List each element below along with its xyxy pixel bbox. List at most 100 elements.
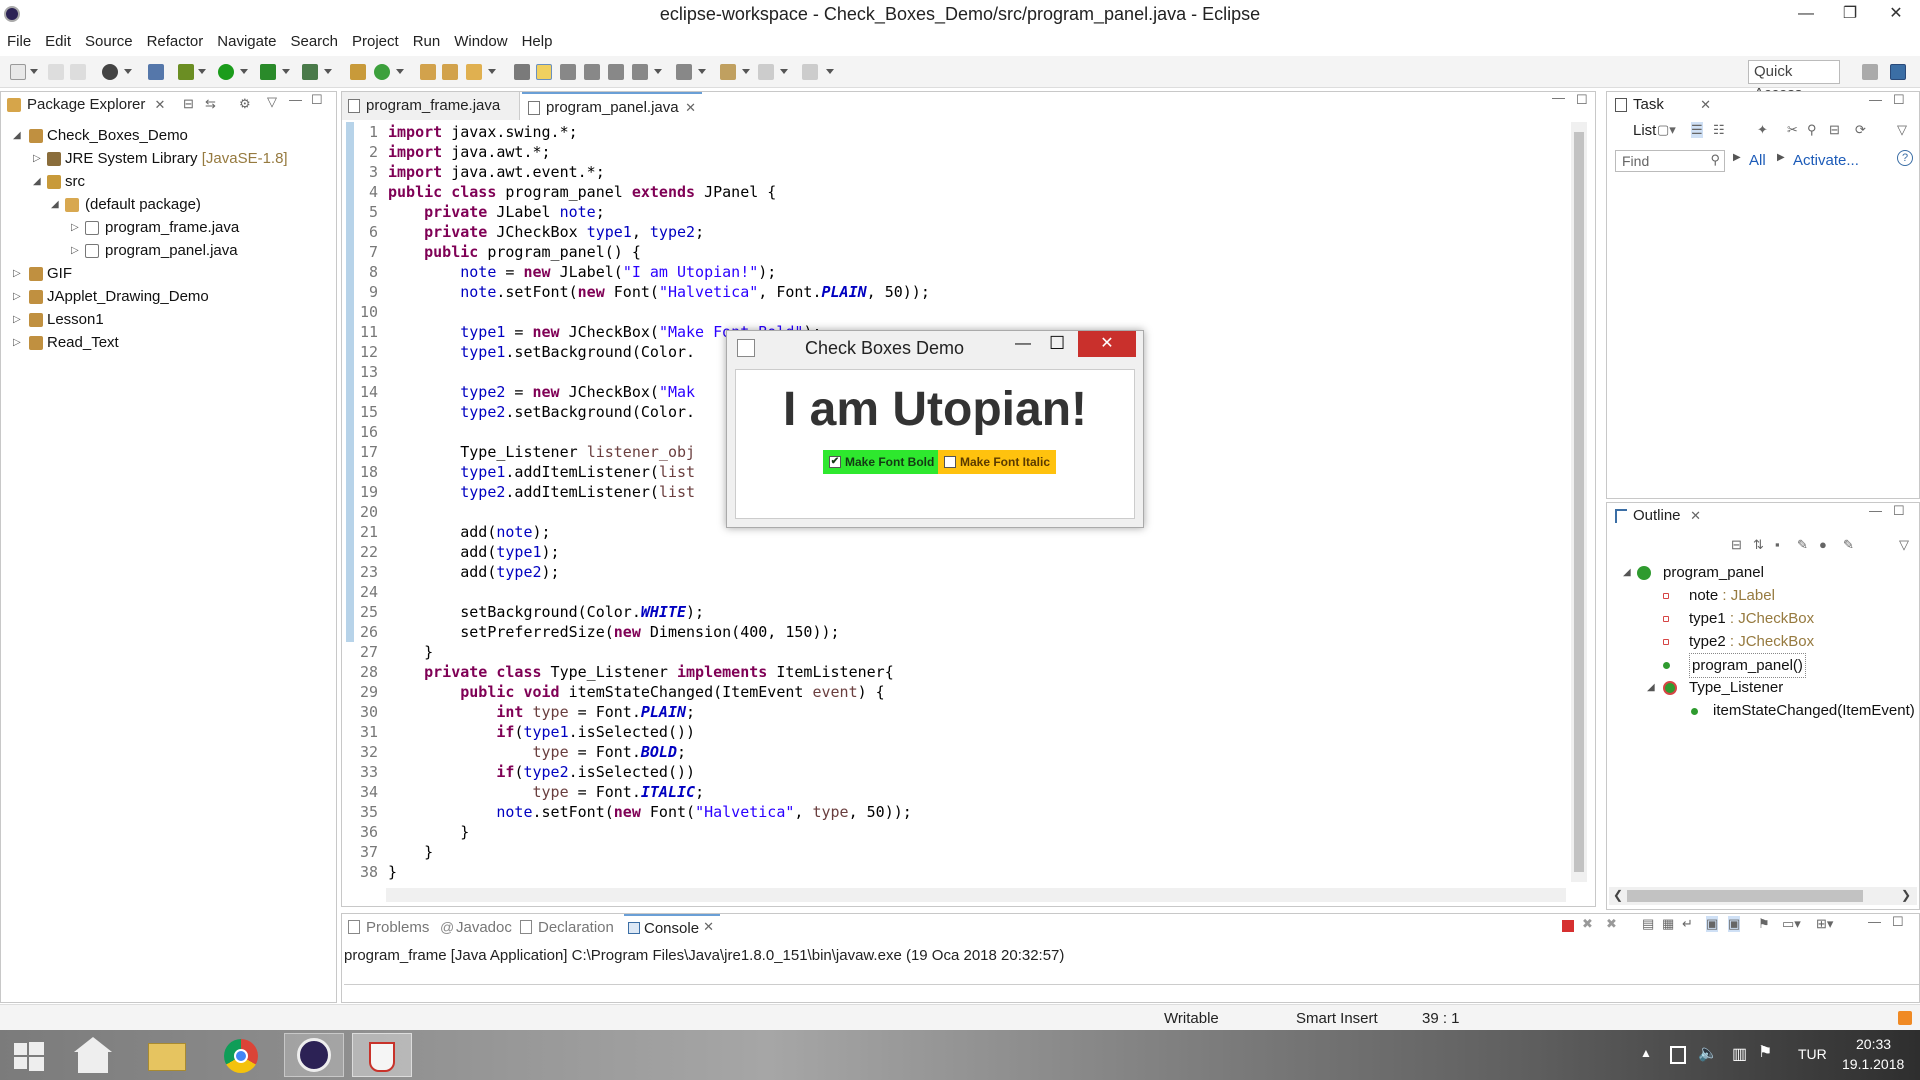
maximize-view-icon[interactable]: ☐: [1893, 503, 1905, 519]
maximize-view-icon[interactable]: ☐: [311, 92, 323, 108]
menu-edit[interactable]: Edit: [38, 30, 78, 54]
maximize-view-icon[interactable]: ☐: [1893, 92, 1905, 108]
tree-item[interactable]: ◢ src: [1, 170, 336, 193]
chevron-down-icon[interactable]: [30, 69, 38, 74]
pin-console-icon[interactable]: ⚑: [1758, 916, 1770, 932]
menu-search[interactable]: Search: [283, 30, 345, 54]
annotation-icon[interactable]: [514, 64, 530, 80]
tree-item[interactable]: ▷ program_panel.java: [1, 239, 336, 262]
hide-nonpublic-icon[interactable]: ●: [1819, 537, 1827, 552]
open-task-icon[interactable]: [442, 64, 458, 80]
clock-date[interactable]: 19.1.2018: [1842, 1056, 1904, 1072]
back-icon[interactable]: [720, 64, 736, 80]
chevron-right-icon[interactable]: ▷: [13, 262, 21, 285]
prev-annotation-icon[interactable]: [676, 64, 692, 80]
open-perspective-icon[interactable]: [1862, 64, 1878, 80]
tab-declaration[interactable]: Declaration: [538, 919, 614, 936]
all-tasks-link[interactable]: All: [1749, 152, 1766, 169]
save-all-icon[interactable]: [70, 64, 86, 80]
tab-console[interactable]: Console ✕: [624, 914, 720, 940]
editor-horizontal-scrollbar[interactable]: [386, 888, 1566, 902]
tree-item[interactable]: ▷ Read_Text: [1, 331, 336, 354]
scroll-thumb[interactable]: [1627, 890, 1863, 902]
chevron-down-icon[interactable]: [742, 69, 750, 74]
java-taskbar-icon[interactable]: [352, 1033, 412, 1077]
skip-breakpoints-icon[interactable]: [148, 64, 164, 80]
display-console-icon[interactable]: ▭▾: [1782, 916, 1801, 932]
close-icon[interactable]: ✕: [703, 919, 714, 935]
collapse-all-icon[interactable]: ⊟: [1731, 537, 1742, 553]
repositories-icon[interactable]: ⟳: [1855, 122, 1866, 138]
tree-item[interactable]: ▷ program_frame.java: [1, 216, 336, 239]
chevron-down-icon[interactable]: [240, 69, 248, 74]
minimize-editor-icon[interactable]: —: [1552, 90, 1565, 105]
show-stdout-icon[interactable]: ▣: [1706, 916, 1719, 932]
volume-icon[interactable]: 🔈: [1698, 1043, 1718, 1063]
external-tools-icon[interactable]: [302, 64, 318, 80]
whitespace-icon[interactable]: [608, 64, 624, 80]
view-menu-icon[interactable]: ▽: [267, 94, 277, 110]
tree-item[interactable]: ◢ program_panel: [1607, 561, 1919, 584]
chevron-right-icon[interactable]: ▷: [13, 331, 21, 354]
chevron-down-icon[interactable]: [654, 69, 662, 74]
chevron-down-icon[interactable]: [396, 69, 404, 74]
terminate-icon[interactable]: [1562, 920, 1574, 932]
new-java-class-icon[interactable]: [374, 64, 390, 80]
save-icon[interactable]: [48, 64, 64, 80]
menu-refactor[interactable]: Refactor: [140, 30, 211, 54]
show-stderr-icon[interactable]: ▣: [1728, 916, 1741, 932]
menu-window[interactable]: Window: [447, 30, 514, 54]
view-menu-icon[interactable]: ▽: [1897, 122, 1907, 138]
menu-source[interactable]: Source: [78, 30, 140, 54]
open-type-icon[interactable]: [420, 64, 436, 80]
view-menu-icon[interactable]: ▽: [1899, 537, 1909, 553]
hide-completed-icon[interactable]: ✦: [1757, 122, 1768, 138]
task-list-tab[interactable]: Task List ✕: [1607, 92, 1717, 139]
menu-help[interactable]: Help: [515, 30, 560, 54]
new-icon[interactable]: [10, 64, 26, 80]
scheduled-icon[interactable]: ☷: [1713, 122, 1725, 138]
new-java-package-icon[interactable]: [350, 64, 366, 80]
tree-item[interactable]: ◢ Check_Boxes_Demo: [1, 124, 336, 147]
hide-static-icon[interactable]: ✎: [1797, 537, 1808, 553]
remove-launch-icon[interactable]: ✖: [1582, 916, 1593, 932]
maximize-editor-icon[interactable]: ☐: [1576, 92, 1588, 108]
outline-tab[interactable]: Outline ✕: [1607, 503, 1707, 529]
next-annotation-icon[interactable]: [632, 64, 648, 80]
editor-vertical-scrollbar[interactable]: [1571, 122, 1587, 882]
tab-program-panel[interactable]: program_panel.java ✕: [522, 92, 702, 120]
chevron-down-icon[interactable]: [282, 69, 290, 74]
remove-all-icon[interactable]: ✖: [1606, 916, 1617, 932]
forward-icon[interactable]: [758, 64, 774, 80]
tab-javadoc[interactable]: Javadoc: [456, 919, 512, 936]
minimize-view-icon[interactable]: —: [289, 92, 302, 107]
scroll-thumb[interactable]: [1574, 132, 1584, 872]
highlight-icon[interactable]: [536, 64, 552, 80]
find-tasks-input[interactable]: Find ⚲: [1615, 150, 1725, 172]
chevron-right-icon[interactable]: ▷: [71, 216, 79, 239]
eclipse-taskbar-icon[interactable]: [284, 1033, 344, 1077]
hide-local-types-icon[interactable]: ✎: [1843, 537, 1854, 553]
maximize-view-icon[interactable]: ☐: [1892, 914, 1904, 930]
chevron-down-icon[interactable]: [124, 69, 132, 74]
chevron-down-icon[interactable]: ◢: [13, 124, 21, 147]
sort-icon[interactable]: ⇅: [1753, 537, 1764, 553]
minimize-view-icon[interactable]: —: [1869, 503, 1882, 518]
java-perspective-icon[interactable]: [1890, 64, 1906, 80]
tree-item[interactable]: type1 : JCheckBox: [1607, 607, 1919, 630]
tree-item[interactable]: ▷ GIF: [1, 262, 336, 285]
dialog-maximize-button[interactable]: ☐: [1049, 333, 1065, 354]
chevron-down-icon[interactable]: [324, 69, 332, 74]
tree-item[interactable]: ◢ Type_Listener: [1607, 676, 1919, 699]
chevron-down-icon[interactable]: [780, 69, 788, 74]
tree-item[interactable]: ▷ JApplet_Drawing_Demo: [1, 285, 336, 308]
activate-task-link[interactable]: Activate...: [1793, 152, 1859, 169]
tree-item[interactable]: ▷ JRE System Library [JavaSE-1.8]: [1, 147, 336, 170]
filter-icon[interactable]: ⚙: [239, 96, 251, 112]
checkbox-checked-icon[interactable]: ✔: [829, 456, 841, 468]
link-editor-icon[interactable]: ⇆: [205, 96, 216, 112]
collapse-all-icon[interactable]: ⊟: [1829, 122, 1840, 138]
menu-project[interactable]: Project: [345, 30, 406, 54]
close-button[interactable]: ✕: [1872, 0, 1920, 28]
debug-icon[interactable]: [178, 64, 194, 80]
